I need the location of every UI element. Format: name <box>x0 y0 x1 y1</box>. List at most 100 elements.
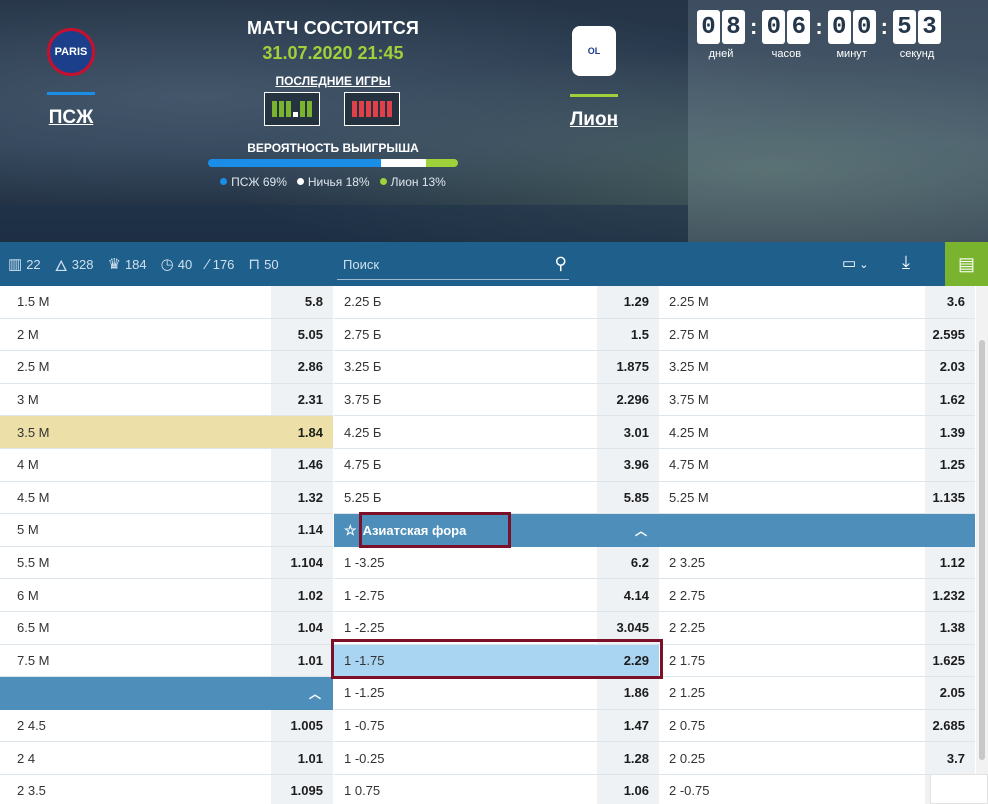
home-form-chart[interactable] <box>264 92 320 126</box>
bet-row[interactable]: 5.5 М 1.104 <box>0 546 333 580</box>
scrollbar-thumb[interactable] <box>979 340 985 760</box>
bet-odd[interactable]: 1.46 <box>271 448 333 481</box>
bet-odd[interactable]: 1.25 <box>925 448 975 481</box>
bet-row[interactable]: 2 М 5.05 <box>0 318 333 352</box>
bet-odd[interactable]: 5.8 <box>271 286 333 318</box>
bet-row[interactable]: 3.25 Б 1.875 <box>334 351 659 384</box>
bet-odd[interactable]: 2.86 <box>271 351 333 383</box>
search-icon[interactable]: ⚲ <box>555 254 567 274</box>
bet-odd[interactable]: 1.095 <box>271 774 333 804</box>
bet-row[interactable]: 2 0.25 3.7 <box>659 742 975 775</box>
bet-odd[interactable]: 1.04 <box>271 611 333 644</box>
bet-row[interactable]: 2.75 М 2.595 <box>659 318 975 352</box>
bet-odd[interactable]: 1.28 <box>597 742 659 774</box>
bet-row[interactable]: 2 3.25 1.12 <box>659 546 975 580</box>
bet-row[interactable]: 1 -2.25 3.045 <box>334 611 659 645</box>
bet-odd[interactable]: 3.96 <box>597 448 659 481</box>
bet-row[interactable]: 1 -1.25 1.86 <box>334 677 659 710</box>
bet-odd[interactable]: 1.86 <box>597 677 659 709</box>
bet-odd[interactable]: 1.38 <box>925 611 975 644</box>
filter-bars[interactable]: ▥ 22 <box>8 255 41 273</box>
filter-wand[interactable]: ⁄ 176 <box>206 256 234 273</box>
bet-odd[interactable]: 2.05 <box>925 677 975 709</box>
bet-row[interactable]: 4.75 Б 3.96 <box>334 448 659 482</box>
bet-row[interactable]: 2 4 1.01 <box>0 742 333 775</box>
home-team[interactable]: PARIS ПСЖ <box>21 28 121 129</box>
bet-row[interactable]: 2 1.75 1.625 <box>659 644 975 678</box>
bet-odd[interactable]: 1.232 <box>925 579 975 611</box>
bet-row[interactable]: 4.75 М 1.25 <box>659 448 975 482</box>
bet-odd[interactable]: 1.84 <box>271 416 333 448</box>
bet-odd[interactable]: 1.104 <box>271 546 333 579</box>
away-form-chart[interactable] <box>344 92 400 126</box>
bet-odd[interactable]: 1.135 <box>925 481 975 514</box>
away-team-name[interactable]: Лион <box>544 109 644 131</box>
search-input[interactable] <box>343 257 543 272</box>
bet-odd[interactable]: 5.05 <box>271 318 333 351</box>
bet-odd[interactable]: 2.31 <box>271 383 333 416</box>
chat-widget[interactable] <box>930 774 988 804</box>
bet-odd[interactable]: 1.02 <box>271 579 333 611</box>
bet-row[interactable]: 2 0.75 2.685 <box>659 709 975 743</box>
bet-row[interactable]: 4.25 М 1.39 <box>659 416 975 449</box>
bet-odd[interactable]: 1.39 <box>925 416 975 448</box>
bet-row[interactable]: 6.5 М 1.04 <box>0 611 333 645</box>
bet-row[interactable]: 1 -1.75 2.29 <box>334 644 659 678</box>
bet-odd[interactable]: 1.29 <box>597 286 659 318</box>
chevron-up-icon[interactable]: ︿ <box>309 685 321 702</box>
bet-odd[interactable]: 1.01 <box>271 644 333 677</box>
bet-odd[interactable]: 1.5 <box>597 318 659 351</box>
bet-row[interactable]: 5 М 1.14 <box>0 514 333 547</box>
bet-row[interactable]: 1 -0.75 1.47 <box>334 709 659 743</box>
bet-row[interactable]: 1 -0.25 1.28 <box>334 742 659 775</box>
bet-row[interactable]: 5.25 М 1.135 <box>659 481 975 515</box>
bet-odd[interactable]: 2.29 <box>597 644 659 677</box>
bet-row[interactable]: 1 0.75 1.06 <box>334 774 659 804</box>
bet-odd[interactable]: 2.595 <box>925 318 975 351</box>
bet-odd[interactable]: 1.47 <box>597 709 659 742</box>
bet-row[interactable]: 2.25 Б 1.29 <box>334 286 659 319</box>
bet-odd[interactable]: 3.7 <box>925 742 975 774</box>
bet-odd[interactable]: 5.85 <box>597 481 659 514</box>
market-section-header[interactable]: ☆ Азиатская фора ︿ <box>334 514 659 547</box>
filter-stopwatch[interactable]: ◷ 40 <box>161 255 193 273</box>
bet-row[interactable]: 1 -2.75 4.14 <box>334 579 659 612</box>
bet-odd[interactable]: 1.005 <box>271 709 333 742</box>
last-games-link[interactable]: ПОСЛЕДНИЕ ИГРЫ <box>208 74 458 88</box>
bet-row[interactable]: 4 М 1.46 <box>0 448 333 482</box>
collapse-all-button[interactable]: ⤓ <box>902 252 910 273</box>
bet-odd[interactable]: 2.296 <box>597 383 659 416</box>
filter-gate[interactable]: ⊓ 50 <box>248 255 278 273</box>
bet-row[interactable]: 2 2.25 1.38 <box>659 611 975 645</box>
market-section-header[interactable] <box>659 514 975 547</box>
bet-row[interactable]: 1.5 М 5.8 <box>0 286 333 319</box>
bet-row[interactable]: 2 1.25 2.05 <box>659 677 975 710</box>
bet-odd[interactable]: 1.14 <box>271 514 333 546</box>
bet-odd[interactable]: 1.625 <box>925 644 975 677</box>
bet-odd[interactable]: 3.01 <box>597 416 659 448</box>
bet-odd[interactable]: 2.03 <box>925 351 975 383</box>
bet-row[interactable]: 3.25 М 2.03 <box>659 351 975 384</box>
market-section-header[interactable]: ︿ <box>0 677 333 710</box>
bet-odd[interactable]: 1.62 <box>925 383 975 416</box>
filter-trophy[interactable]: ♛ 184 <box>107 255 146 273</box>
scrollbar[interactable] <box>976 286 988 804</box>
bet-row[interactable]: 2 -0.751.06 <box>659 774 975 804</box>
filter-fire[interactable]: 🜂 328 <box>55 249 94 280</box>
bet-row[interactable]: 2 4.5 1.005 <box>0 709 333 743</box>
star-icon[interactable]: ☆ <box>344 522 357 539</box>
layout-toggle-button[interactable]: ▭ ⌄ <box>842 254 868 272</box>
bet-odd[interactable]: 3.045 <box>597 611 659 644</box>
bet-row[interactable]: 3.75 М 1.62 <box>659 383 975 417</box>
away-team[interactable]: OL Лион <box>544 26 644 131</box>
bet-row[interactable]: 3 М 2.31 <box>0 383 333 417</box>
bet-row[interactable]: 4.5 М 1.32 <box>0 481 333 515</box>
home-team-name[interactable]: ПСЖ <box>21 107 121 129</box>
bet-odd[interactable]: 4.14 <box>597 579 659 611</box>
bet-odd[interactable]: 1.12 <box>925 546 975 579</box>
bet-odd[interactable]: 1.01 <box>271 742 333 774</box>
bet-odd[interactable]: 2.685 <box>925 709 975 742</box>
bet-row[interactable]: 2 2.75 1.232 <box>659 579 975 612</box>
search-box[interactable]: ⚲ <box>337 250 569 280</box>
bet-row[interactable]: 2.25 М 3.6 <box>659 286 975 319</box>
